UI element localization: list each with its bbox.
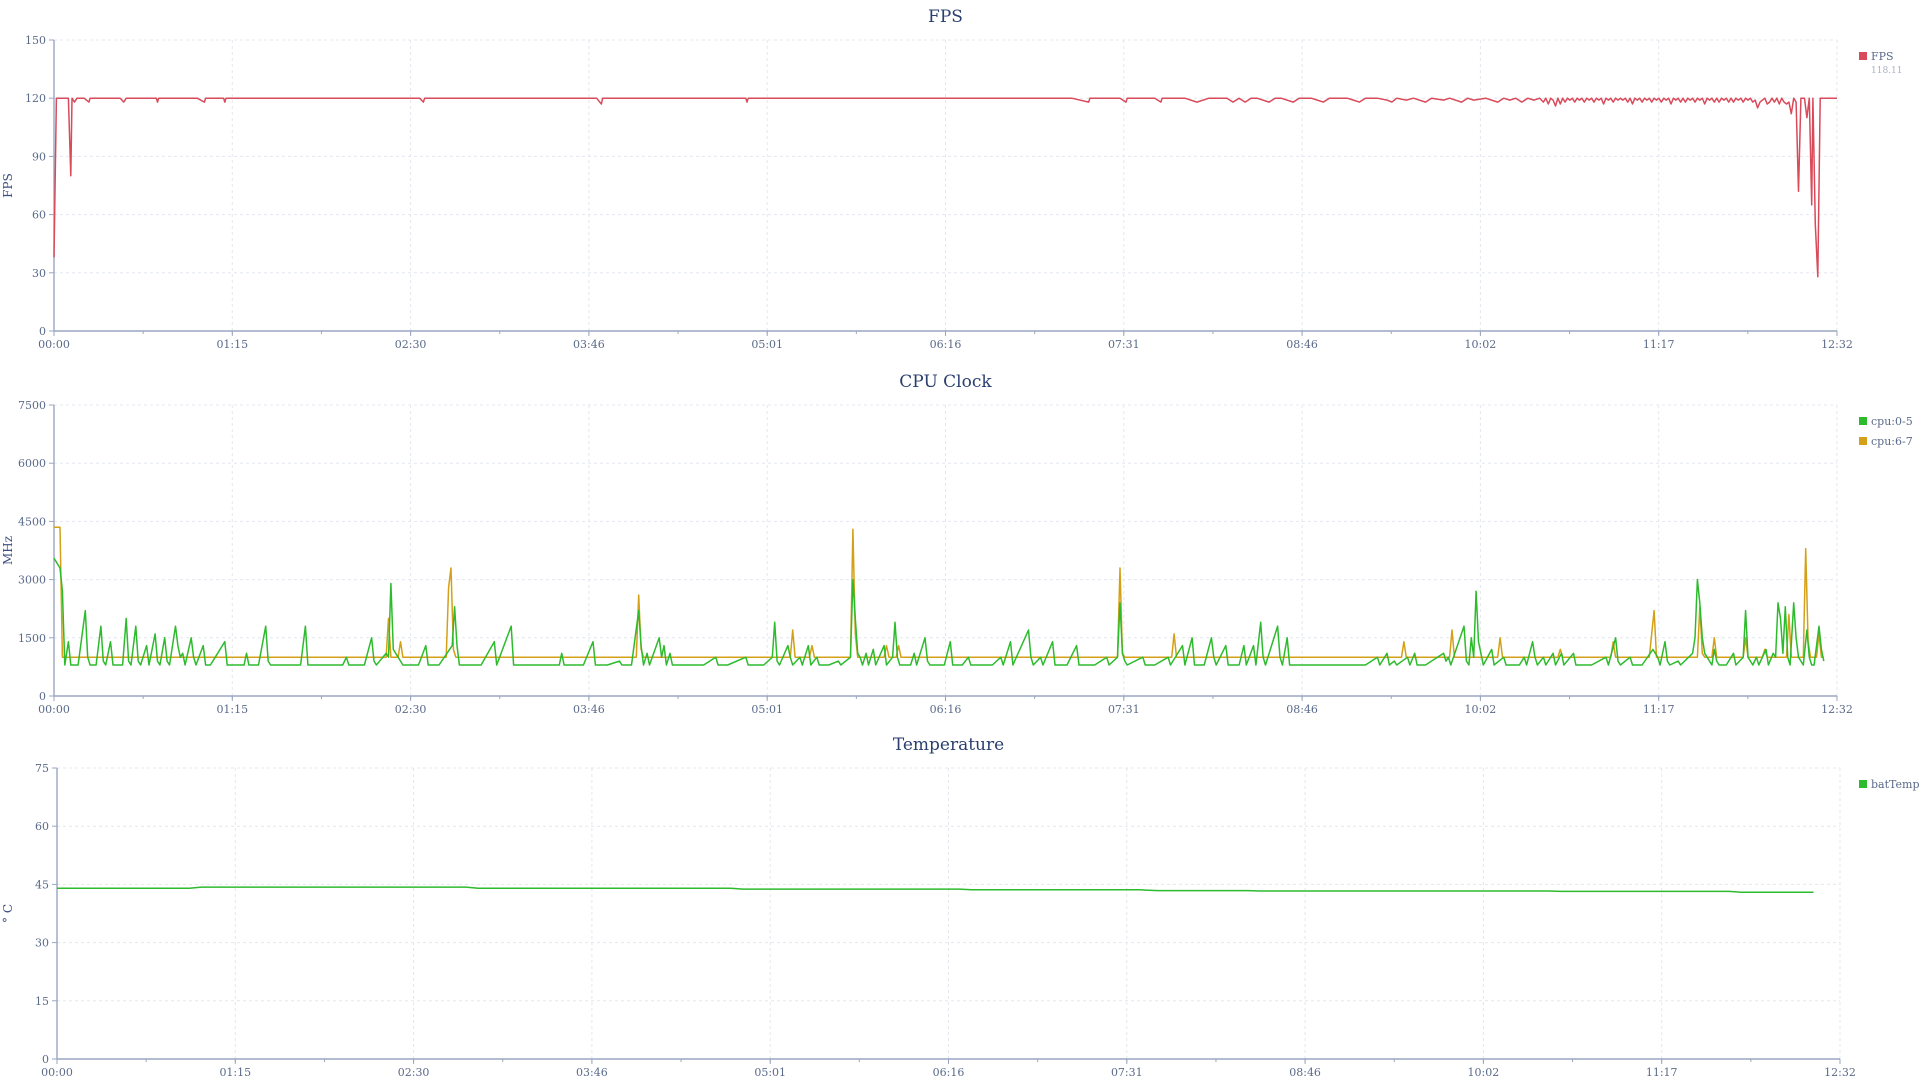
y-tick-label: 4500	[18, 515, 46, 528]
x-tick-label: 12:32	[1821, 338, 1853, 351]
x-tick-label: 07:31	[1108, 338, 1140, 351]
x-tick-label: 07:31	[1111, 1066, 1143, 1079]
x-tick-label: 01:15	[216, 703, 248, 716]
x-tick-label: 07:31	[1108, 703, 1140, 716]
series-line-cpu-0-5	[53, 557, 1825, 666]
performance-charts-svg: FPSFPS030609012015000:00 01:15 02:30 03:46 0…	[1, 7, 1920, 1079]
y-tick-label: 3000	[18, 574, 46, 587]
y-tick-label: 60	[35, 820, 49, 833]
x-tick-label: 12:32	[1824, 1066, 1856, 1079]
chart-panel-1: FPS FPS 0 30 60 90 120 150 00:00 01:15 02:30 03:46 0…	[1, 7, 1903, 351]
legend-label[interactable]: FPS	[1871, 50, 1894, 63]
x-tick-label: 10:02	[1465, 338, 1497, 351]
x-tick-label: 05:01	[754, 1066, 786, 1079]
legend-swatch[interactable]	[1859, 52, 1867, 60]
series-line-battemp	[57, 886, 1814, 893]
chart-title: CPU Clock	[899, 372, 992, 392]
y-tick-label: 60	[32, 209, 46, 222]
y-tick-label: 30	[32, 267, 46, 280]
y-tick-label: 150	[25, 34, 46, 47]
legend-label[interactable]: cpu:6-7	[1871, 435, 1913, 448]
x-tick-label: 08:46	[1286, 338, 1318, 351]
legend-label[interactable]: cpu:0-5	[1871, 415, 1913, 428]
x-tick-label: 00:00	[38, 703, 70, 716]
performance-dashboard: FPS FPS 0 30 60 90 120 150 00:00 01:15 02:30 03:46 0…	[0, 0, 1920, 1085]
y-tick-label: 7500	[18, 399, 46, 412]
x-tick-label: 11:17	[1643, 338, 1675, 351]
chart-title: FPS	[928, 7, 963, 27]
x-tick-label: 06:16	[930, 338, 962, 351]
y-axis-label: MHz	[1, 536, 15, 565]
legend-swatch[interactable]	[1859, 780, 1867, 788]
y-axis-label: ° C	[1, 904, 15, 923]
x-tick-label: 01:15	[216, 338, 248, 351]
chart-panel-2: CPU Clock MHz 0 1500 3000 4500 6000 7500 00:00 01…	[1, 372, 1913, 716]
x-tick-label: 02:30	[395, 703, 427, 716]
legend-swatch[interactable]	[1859, 417, 1867, 425]
x-tick-label: 06:16	[933, 1066, 965, 1079]
legend-value: 118.11	[1871, 66, 1903, 76]
x-tick-label: 00:00	[38, 338, 70, 351]
chart-title: Temperature	[893, 735, 1004, 755]
x-tick-label: 03:46	[576, 1066, 608, 1079]
x-tick-label: 12:32	[1821, 703, 1853, 716]
legend-label[interactable]: batTemp	[1871, 778, 1920, 791]
y-axis-label: FPS	[1, 173, 15, 198]
x-tick-label: 06:16	[930, 703, 962, 716]
x-tick-label: 08:46	[1289, 1066, 1321, 1079]
x-tick-label: 00:00	[41, 1066, 73, 1079]
chart-panel-3: Temperature ° C 0 15 30 45 60 75 00:00 01:15 02:30…	[1, 735, 1920, 1079]
y-tick-label: 120	[25, 92, 46, 105]
x-tick-label: 11:17	[1643, 703, 1675, 716]
y-tick-label: 75	[35, 762, 49, 775]
x-tick-label: 05:01	[751, 338, 783, 351]
legend-swatch[interactable]	[1859, 437, 1867, 445]
x-tick-label: 03:46	[573, 703, 605, 716]
x-tick-label: 02:30	[395, 338, 427, 351]
y-tick-label: 0	[42, 1053, 49, 1066]
x-tick-label: 10:02	[1468, 1066, 1500, 1079]
y-tick-label: 6000	[18, 457, 46, 470]
y-tick-label: 1500	[18, 632, 46, 645]
y-tick-label: 0	[39, 325, 46, 338]
x-tick-label: 10:02	[1465, 703, 1497, 716]
y-tick-label: 90	[32, 150, 46, 163]
x-tick-label: 05:01	[751, 703, 783, 716]
y-tick-label: 15	[35, 995, 49, 1008]
y-tick-label: 30	[35, 937, 49, 950]
y-tick-label: 0	[39, 690, 46, 703]
y-tick-label: 45	[35, 878, 49, 891]
x-tick-label: 02:30	[398, 1066, 430, 1079]
x-tick-label: 03:46	[573, 338, 605, 351]
x-tick-label: 11:17	[1646, 1066, 1678, 1079]
x-tick-label: 08:46	[1286, 703, 1318, 716]
x-tick-label: 01:15	[219, 1066, 251, 1079]
